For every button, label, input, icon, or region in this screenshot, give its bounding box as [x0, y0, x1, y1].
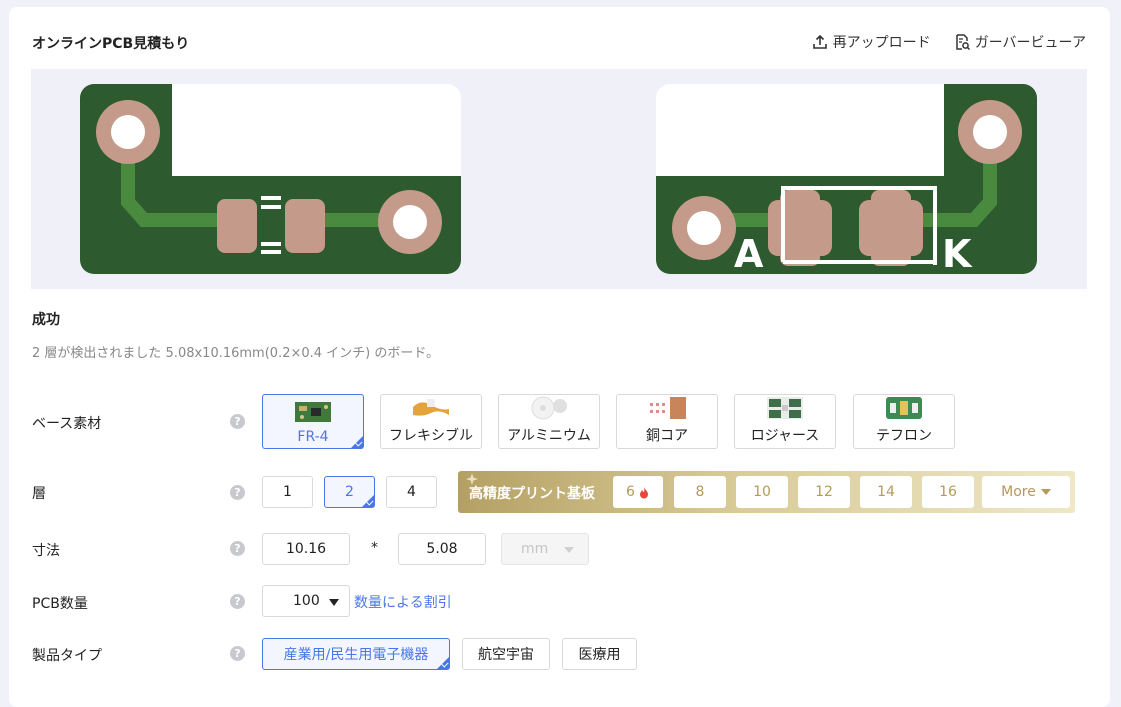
material-option-flexible[interactable]: フレキシブル [380, 394, 482, 449]
material-label: テフロン [876, 428, 932, 444]
fire-icon [639, 486, 648, 498]
product-type-label: 製品タイプ [32, 648, 102, 664]
layer-option-12[interactable]: 12 [798, 476, 850, 508]
layer-option-6[interactable]: 6 [613, 476, 663, 508]
layer-option-4[interactable]: 4 [386, 476, 437, 508]
high-precision-band: 高精度プリント基板 6 8 10 12 14 16 More [458, 471, 1075, 513]
aluminum-board-icon [531, 396, 567, 420]
quantity-value: 100 [293, 593, 320, 609]
quantity-help-icon[interactable]: ? [230, 594, 245, 609]
material-option-rogers[interactable]: ロジャース [734, 394, 836, 449]
product-type-aerospace[interactable]: 航空宇宙 [462, 638, 550, 670]
layer-option-label: 2 [345, 484, 354, 500]
pcb-bottom-view: A K [656, 84, 1037, 274]
layers-help-icon[interactable]: ? [230, 485, 245, 500]
material-label: ロジャース [750, 428, 820, 444]
more-label: More [1001, 484, 1036, 500]
teflon-board-icon [886, 397, 922, 419]
status-description: 2 層が検出されました 5.08x10.16mm(0.2×0.4 インチ) のボ… [32, 346, 440, 361]
caret-down-icon [329, 599, 339, 606]
dimension-separator: * [371, 540, 378, 556]
upload-icon [812, 34, 827, 49]
layers-label: 層 [32, 486, 46, 502]
gerber-viewer-button[interactable]: ガーバービューア [953, 32, 1086, 52]
material-label: FR-4 [297, 429, 329, 445]
flex-board-icon [413, 399, 449, 416]
material-label: アルミニウム [507, 428, 591, 444]
top-actions: 再アップロード ガーバービューア [811, 32, 1086, 52]
quantity-discount-link[interactable]: 数量による割引 [354, 592, 452, 612]
dimensions-help-icon[interactable]: ? [230, 541, 245, 556]
gerber-viewer-label: ガーバービューア [974, 35, 1086, 51]
material-option-teflon[interactable]: テフロン [853, 394, 955, 449]
rogers-board-icon [767, 397, 803, 419]
material-label: フレキシブル [389, 428, 473, 444]
quote-card: オンラインPCB見積もり 再アップロード ガーバービューア A K 成功 2 層… [9, 7, 1110, 707]
dimensions-label: 寸法 [32, 543, 60, 559]
base-material-label: ベース素材 [32, 416, 102, 432]
caret-down-icon [564, 547, 574, 553]
base-material-help-icon[interactable]: ? [230, 414, 245, 429]
reupload-button[interactable]: 再アップロード [811, 32, 931, 52]
material-option-copper-core[interactable]: 銅コア [616, 394, 718, 449]
height-input[interactable]: 5.08 [398, 533, 486, 565]
selected-check-icon [437, 657, 449, 669]
cathode-label: K [942, 232, 973, 274]
selected-check-icon [362, 495, 374, 507]
material-option-aluminum[interactable]: アルミニウム [498, 394, 600, 449]
width-input[interactable]: 10.16 [262, 533, 350, 565]
file-search-icon [955, 34, 970, 51]
unit-value: mm [521, 541, 549, 557]
product-type-help-icon[interactable]: ? [230, 646, 245, 661]
pcb-preview: A K [31, 69, 1087, 289]
layer-option-label: 6 [626, 484, 635, 500]
layer-option-10[interactable]: 10 [736, 476, 788, 508]
layer-option-8[interactable]: 8 [674, 476, 726, 508]
selected-check-icon [351, 436, 363, 448]
layer-option-16[interactable]: 16 [922, 476, 974, 508]
high-precision-label: 高精度プリント基板 [469, 486, 595, 502]
layer-option-2[interactable]: 2 [324, 476, 375, 508]
pcb-top-view [80, 84, 461, 274]
anode-label: A [734, 232, 764, 274]
layer-option-1[interactable]: 1 [262, 476, 313, 508]
unit-select[interactable]: mm [501, 533, 589, 565]
page-title: オンラインPCB見積もり [32, 36, 190, 52]
caret-down-icon [1040, 489, 1051, 495]
fr4-board-icon [295, 402, 331, 422]
copper-core-board-icon [650, 397, 686, 419]
product-type-medical[interactable]: 医療用 [562, 638, 637, 670]
more-layers-button[interactable]: More [982, 476, 1070, 508]
material-option-fr4[interactable]: FR-4 [262, 394, 364, 449]
reupload-label: 再アップロード [832, 35, 931, 51]
quantity-label: PCB数量 [32, 596, 88, 612]
quantity-select[interactable]: 100 [262, 585, 350, 617]
material-label: 銅コア [646, 428, 688, 444]
product-type-industrial[interactable]: 産業用/民生用電子機器 [262, 638, 450, 670]
status-title: 成功 [32, 312, 60, 328]
product-type-option-label: 産業用/民生用電子機器 [283, 647, 429, 663]
layer-option-14[interactable]: 14 [860, 476, 912, 508]
